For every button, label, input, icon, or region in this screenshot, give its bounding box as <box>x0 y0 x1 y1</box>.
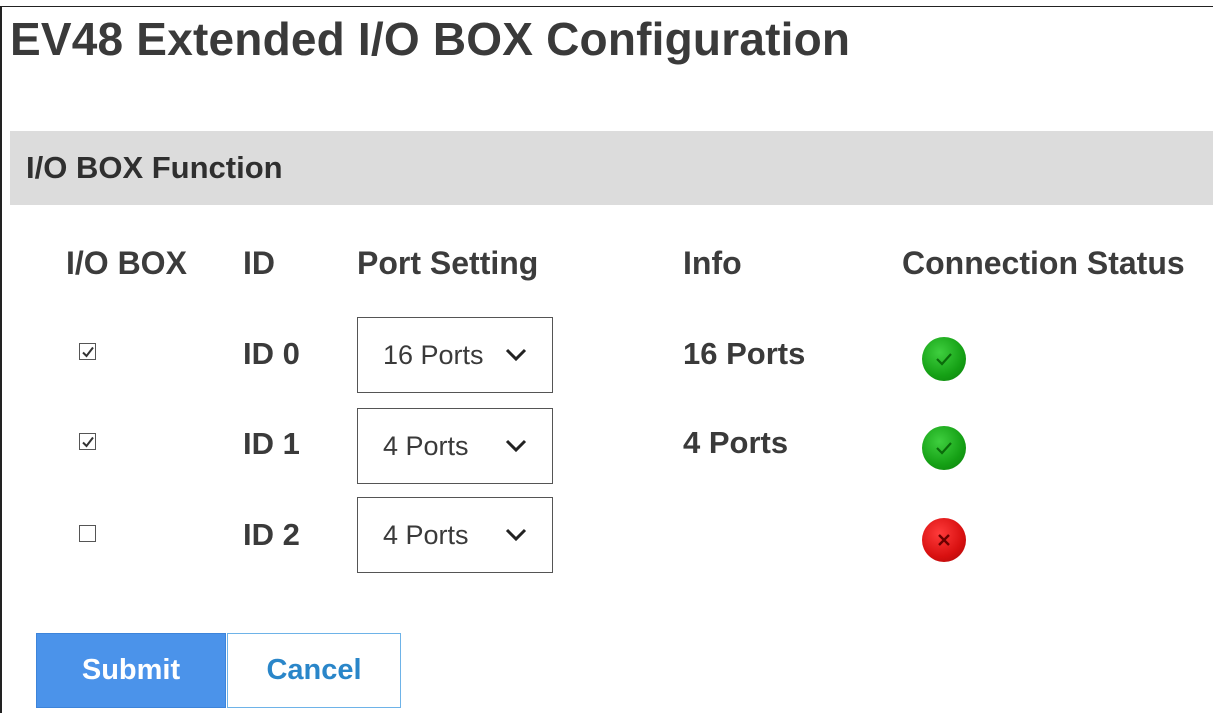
section-title: I/O BOX Function <box>26 150 283 185</box>
io-box-checkbox-id0[interactable] <box>79 343 96 360</box>
check-circle-icon <box>936 353 952 366</box>
port-setting-select-id2[interactable]: 4 Ports <box>357 497 553 573</box>
chevron-down-icon <box>505 528 527 542</box>
section-header: I/O BOX Function <box>10 131 1213 205</box>
connected-status-icon <box>922 337 966 381</box>
column-header-connection-status: Connection Status <box>902 245 1185 281</box>
cancel-button[interactable]: Cancel <box>227 633 401 708</box>
submit-button[interactable]: Submit <box>36 633 226 708</box>
row-id-label: ID 0 <box>243 336 300 371</box>
page-title: EV48 Extended I/O BOX Configuration <box>10 13 851 65</box>
check-circle-icon <box>936 442 952 455</box>
x-circle-icon <box>938 534 950 546</box>
connected-status-icon <box>922 426 966 470</box>
row-id-label: ID 2 <box>243 517 300 552</box>
checkmark-icon <box>82 346 94 358</box>
port-setting-value: 4 Ports <box>383 520 469 550</box>
column-header-info: Info <box>683 245 742 281</box>
row-info: 16 Ports <box>683 336 806 371</box>
row-id-label: ID 1 <box>243 426 300 461</box>
checkmark-icon <box>82 436 94 448</box>
row-info: 4 Ports <box>683 425 789 460</box>
io-box-checkbox-id2[interactable] <box>79 525 96 542</box>
chevron-down-icon <box>505 348 527 362</box>
port-setting-value: 16 Ports <box>383 340 484 370</box>
port-setting-select-id1[interactable]: 4 Ports <box>357 408 553 484</box>
port-setting-select-id0[interactable]: 16 Ports <box>357 317 553 393</box>
page-frame <box>0 6 1213 713</box>
column-header-id: ID <box>243 245 275 281</box>
column-header-io-box: I/O BOX <box>66 245 187 281</box>
column-header-port-setting: Port Setting <box>357 245 539 281</box>
disconnected-status-icon <box>922 518 966 562</box>
io-box-checkbox-id1[interactable] <box>79 433 96 450</box>
chevron-down-icon <box>505 439 527 453</box>
port-setting-value: 4 Ports <box>383 431 469 461</box>
